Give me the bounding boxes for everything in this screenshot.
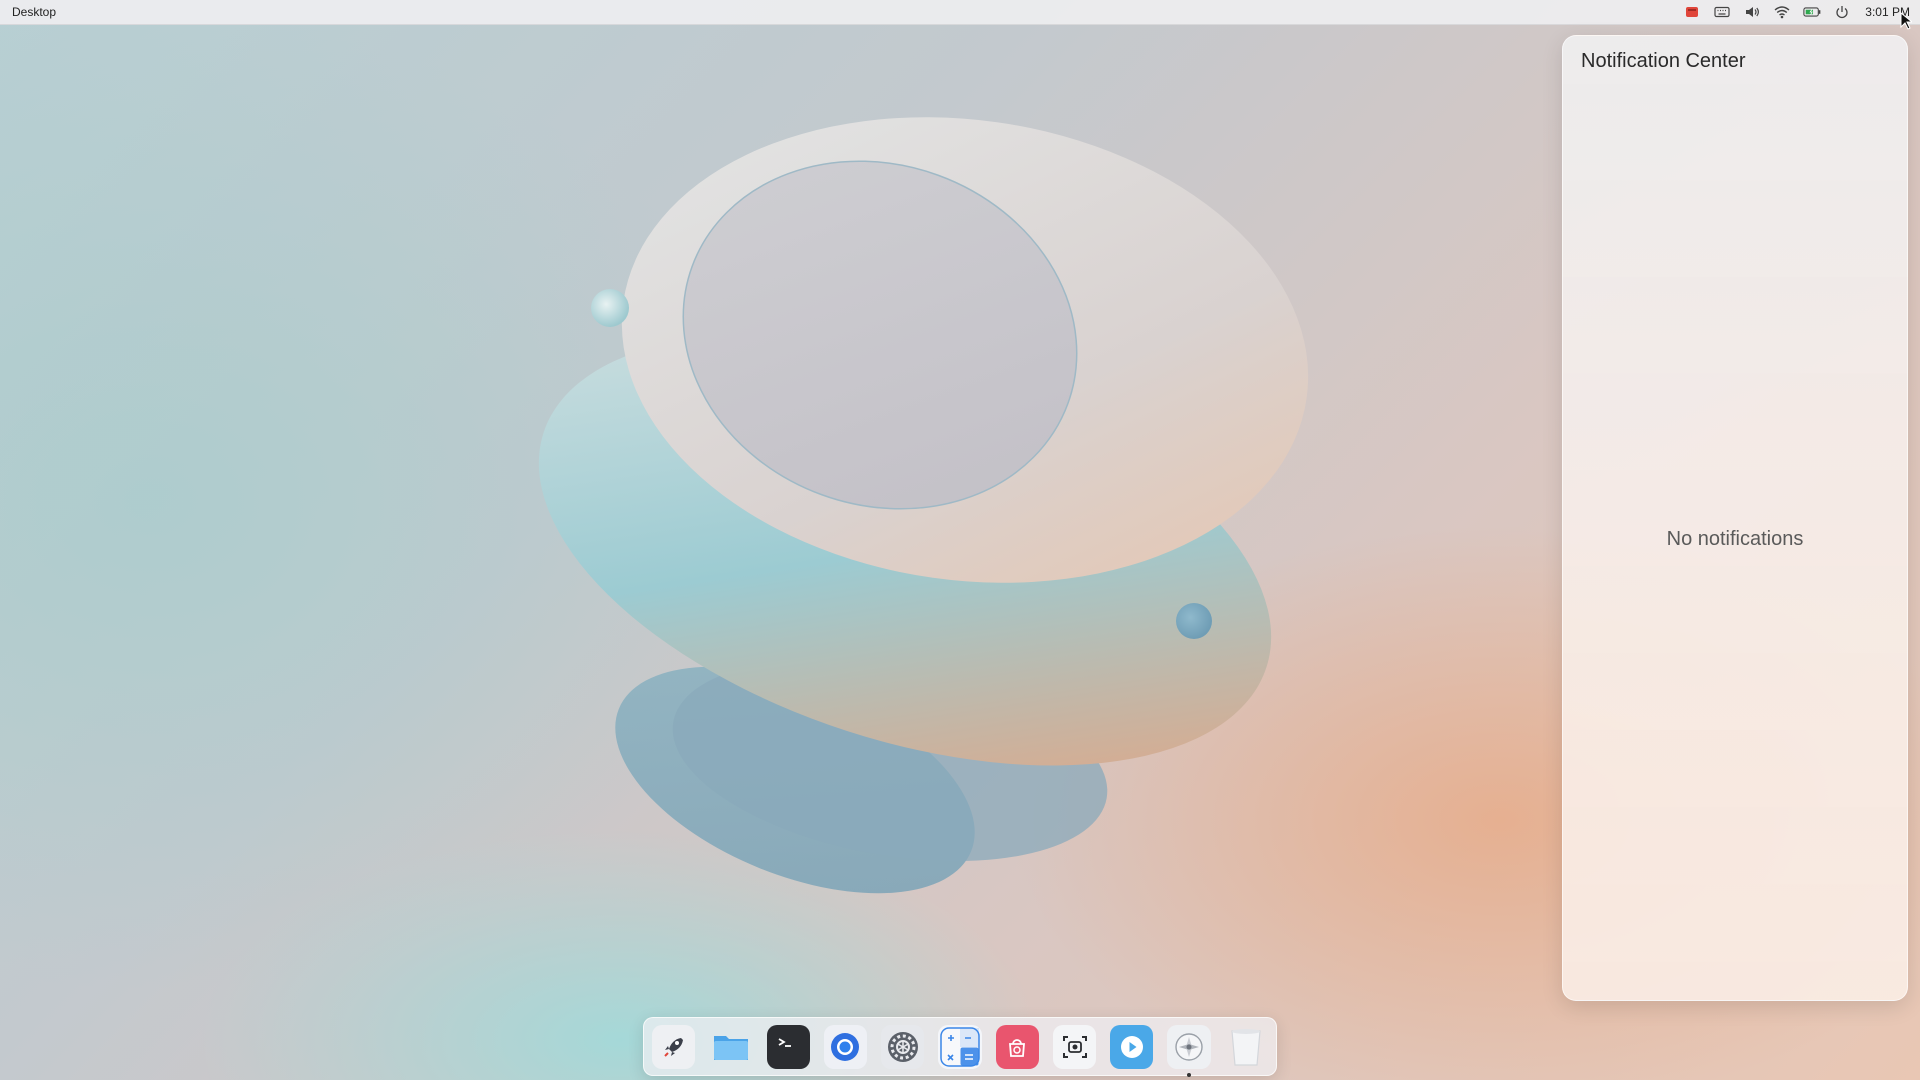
power-icon[interactable] bbox=[1833, 3, 1851, 21]
gear-icon bbox=[885, 1029, 921, 1065]
dock-calculator[interactable] bbox=[938, 1024, 982, 1069]
notification-center: Notification Center No notifications bbox=[1562, 35, 1908, 1001]
play-icon bbox=[1117, 1032, 1147, 1062]
control-center-icon bbox=[1172, 1030, 1206, 1064]
dock-settings[interactable] bbox=[881, 1024, 925, 1069]
dock-launcher[interactable] bbox=[652, 1024, 696, 1069]
dock-browser[interactable] bbox=[823, 1024, 868, 1069]
mouse-cursor-icon bbox=[1900, 12, 1912, 30]
no-notifications-text: No notifications bbox=[1666, 528, 1804, 550]
folder-icon bbox=[711, 1029, 751, 1065]
battery-icon[interactable] bbox=[1803, 3, 1821, 21]
dock-file-manager[interactable] bbox=[709, 1025, 752, 1069]
dock bbox=[643, 1017, 1277, 1077]
browser-icon bbox=[827, 1029, 863, 1065]
running-indicator bbox=[1187, 1072, 1192, 1077]
keyboard-icon[interactable] bbox=[1713, 3, 1731, 21]
screenshot-icon bbox=[1060, 1032, 1090, 1062]
volume-icon[interactable] bbox=[1743, 3, 1761, 21]
calculator-icon bbox=[940, 1026, 980, 1067]
dock-control-center[interactable] bbox=[1167, 1024, 1211, 1077]
trash-icon bbox=[1228, 1027, 1264, 1067]
dock-video-player[interactable] bbox=[1110, 1024, 1154, 1069]
wifi-icon[interactable] bbox=[1773, 3, 1791, 21]
dock-trash[interactable] bbox=[1225, 1025, 1268, 1069]
active-app-name: Desktop bbox=[12, 5, 57, 19]
notification-center-title: Notification Center bbox=[1581, 50, 1746, 72]
dock-screenshot[interactable] bbox=[1052, 1024, 1097, 1069]
app-indicator-icon[interactable] bbox=[1683, 3, 1701, 21]
terminal-icon bbox=[773, 1032, 803, 1062]
rocket-icon bbox=[659, 1032, 689, 1062]
store-icon bbox=[1002, 1032, 1032, 1062]
top-panel: Desktop 3:01 PM bbox=[0, 0, 1920, 25]
dock-app-store[interactable] bbox=[995, 1024, 1039, 1069]
system-tray: 3:01 PM bbox=[1683, 0, 1910, 25]
dock-terminal[interactable] bbox=[766, 1024, 810, 1069]
